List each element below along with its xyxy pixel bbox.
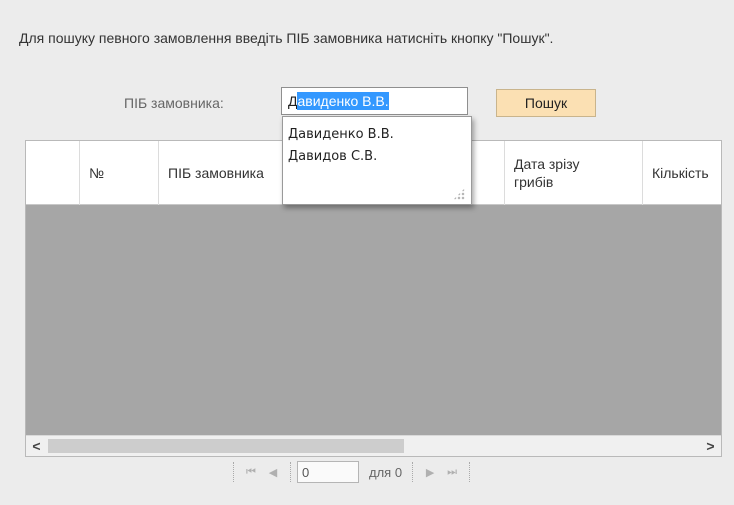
pager-separator (233, 462, 234, 482)
first-page-icon[interactable]: ⏮ (242, 462, 260, 482)
search-label: ПІБ замовника: (124, 95, 224, 111)
autocomplete-item[interactable]: Давиденко В.В. (283, 124, 471, 146)
autocomplete-dropdown: Давиденко В.В. Давидов С.В. (282, 116, 472, 205)
last-page-icon[interactable]: ⏭ (443, 462, 461, 482)
pager-separator (290, 462, 291, 482)
next-page-icon[interactable]: ▶ (421, 462, 439, 482)
page-number-input[interactable]: 0 (297, 461, 359, 483)
scroll-right-icon[interactable]: > (702, 436, 719, 456)
search-input-text-start: Д (288, 93, 298, 109)
column-header-number[interactable]: № (80, 141, 159, 205)
page-count-label: для 0 (369, 464, 403, 480)
autocomplete-item[interactable]: Давидов С.В. (283, 146, 471, 168)
column-header-harvest-date[interactable]: Дата зрізу грибів (505, 141, 643, 205)
search-input-text-selected: авиденко В.В. (297, 92, 389, 110)
pager: ⏮ ◀ 0 для 0 ▶ ⏭ (227, 460, 476, 484)
scrollbar-thumb[interactable] (48, 439, 404, 453)
pager-separator (469, 462, 471, 482)
resize-grip-icon[interactable] (453, 188, 465, 200)
search-input[interactable]: Давиденко В.В. (281, 87, 468, 115)
horizontal-scrollbar[interactable]: < > (26, 435, 721, 456)
prev-page-icon[interactable]: ◀ (264, 462, 282, 482)
column-header-select[interactable] (26, 141, 80, 205)
column-header-quantity[interactable]: Кількість (643, 141, 721, 205)
instructions-text: Для пошуку певного замовлення введіть ПІ… (19, 30, 554, 46)
pager-separator (412, 462, 414, 482)
grid-body (26, 205, 721, 435)
scroll-left-icon[interactable]: < (28, 436, 45, 456)
search-button[interactable]: Пошук (496, 89, 596, 117)
